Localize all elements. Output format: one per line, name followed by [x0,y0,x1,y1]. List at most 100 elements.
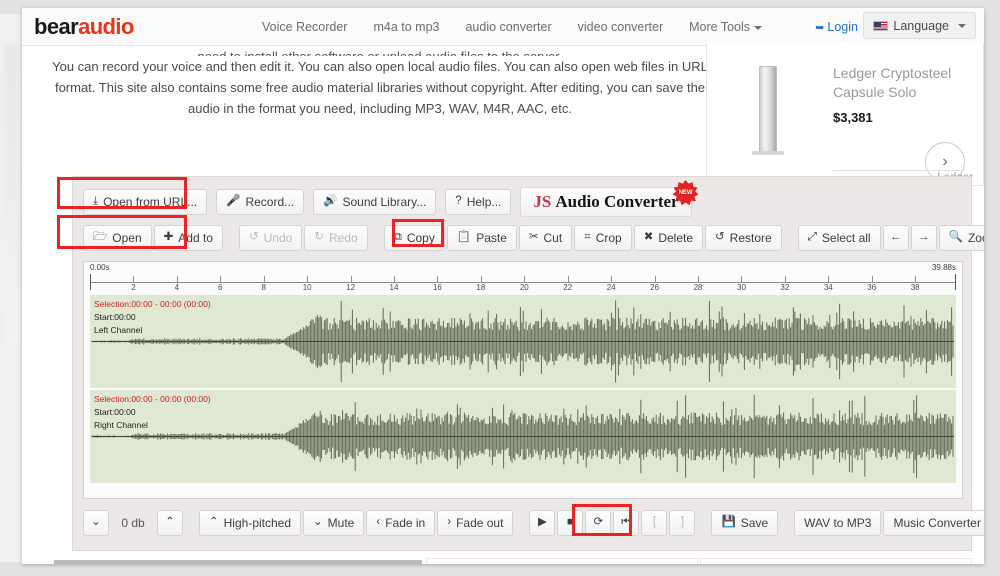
ad-product-title: Ledger Cryptosteel Capsule Solo [833,65,952,100]
wav-to-mp3-button[interactable]: WAV to MP3 [794,510,882,536]
intro-text-block: need to install other software or upload… [50,46,710,119]
ruler-tick-label: 24 [606,283,616,292]
save-button[interactable]: 💾 Save [711,510,779,536]
ruler-tick-label: 26 [650,283,660,292]
left-channel-name-label: Left Channel [94,325,143,335]
copy-button[interactable]: ⧉ Copy [383,225,445,251]
ruler-tick-label: 36 [867,283,877,292]
zoom-in-selection-button[interactable]: 🔍 Zoom in Selection [938,225,984,251]
nav-item-video-converter[interactable]: video converter [578,20,663,34]
ruler-tick-label: 32 [780,283,790,292]
ruler-tick [307,276,309,282]
open-button[interactable]: 🗁 Open [83,225,152,251]
nav-item-more-tools[interactable]: More Tools [689,20,763,34]
open-from-url-button[interactable]: ⤓ Open from URL... [83,189,208,215]
open-from-url-label: Open from URL... [103,195,198,209]
login-link[interactable]: ➥ Login [815,20,858,34]
bottom-ad-card-2[interactable] [700,558,972,564]
left-channel-track[interactable]: Selection:00:00 - 00:00 (00:00) Start:00… [90,295,956,388]
ruler-tick [871,276,873,282]
music-converter-button[interactable]: Music Converter [883,510,984,536]
restore-label: Restore [729,231,772,245]
scroll-left-button[interactable]: ← [882,225,909,251]
right-channel-waveform [91,394,954,479]
microphone-icon: 🎤 [226,195,241,208]
js-audio-converter-promo-button[interactable]: JS Audio Converter NEW [520,180,699,217]
gutter-blur [4,44,18,344]
skip-start-button[interactable]: ⏮ [613,510,640,536]
timeline-ruler[interactable]: 0.00s 39.88s 2 4 6 8 10 12 14 16 18 20 22 24 26 28 30 3… [84,262,962,292]
music-converter-label: Music Converter [893,516,981,530]
scroll-right-button[interactable]: → [910,225,937,251]
scissors-icon: ✂ [528,231,539,244]
volume-down-button[interactable]: ⌄ [83,510,109,536]
cut-button[interactable]: ✂ Cut [518,225,573,251]
right-channel-track[interactable]: Selection:00:00 - 00:00 (00:00) Start:00… [90,390,956,483]
left-channel-waveform [91,300,954,383]
ruler-tick-label: 8 [261,283,266,292]
timeline-start-label: 0.00s [90,263,110,272]
zoom-in-selection-label: Zoom in Selection [967,231,984,245]
sound-library-button[interactable]: 🔊 Sound Library... [313,189,437,215]
redo-button[interactable]: ↻ Redo [304,225,368,251]
arrow-right-icon: → [917,231,930,244]
loop-icon: ⟳ [593,516,604,529]
stop-button[interactable]: ■ [557,510,584,536]
nav-item-audio-converter[interactable]: audio converter [465,20,551,34]
ruler-tick-label: 22 [563,283,573,292]
left-channel-selection-label: Selection:00:00 - 00:00 (00:00) [94,299,211,309]
us-flag-icon [873,20,889,31]
site-logo[interactable]: bearaudio [34,14,134,40]
loop-button[interactable]: ⟳ [585,510,612,536]
question-icon: ? [455,195,462,208]
restore-button[interactable]: ↺ Restore [705,225,782,251]
chevron-down-icon: ⌄ [91,516,101,529]
bottom-ad-card-1[interactable] [426,558,698,564]
ruler-tick [480,276,482,282]
add-to-button[interactable]: ✚ Add to [153,225,223,251]
ruler-tick [133,276,135,282]
help-button[interactable]: ? Help... [445,189,512,215]
paste-label: Paste [476,231,507,245]
ruler-tick-label: 12 [346,283,356,292]
language-button[interactable]: Language [863,12,976,39]
stop-icon: ■ [566,516,574,529]
magnifier-icon: 🔍 [948,231,963,244]
nav-item-voice-recorder[interactable]: Voice Recorder [262,20,347,34]
ruler-tick-label: 16 [432,283,442,292]
select-all-button[interactable]: ⤢ Select all [797,225,881,251]
waveform-viewport[interactable]: 0.00s 39.88s 2 4 6 8 10 12 14 16 18 20 22 24 26 28 30 3… [83,261,963,499]
delete-button[interactable]: ✖ Delete [633,225,704,251]
bracket-right-icon: ] [680,516,685,529]
nav-item-m4a-to-mp3[interactable]: m4a to mp3 [373,20,439,34]
ruler-tick [741,276,743,282]
page-canvas: bearaudio Voice Recorder m4a to mp3 audi… [22,8,984,564]
ruler-tick [915,276,917,282]
top-navbar: bearaudio Voice Recorder m4a to mp3 audi… [22,8,984,46]
high-pitched-button[interactable]: ⌃ High-pitched [199,510,302,536]
fade-in-label: Fade in [385,516,426,530]
mark-end-button[interactable]: ] [669,510,696,536]
ruler-end-tick [955,274,956,290]
undo-button[interactable]: ↺ Undo [238,225,303,251]
mute-button[interactable]: ⌄ Mute [303,510,365,536]
paste-button[interactable]: 📋 Paste [446,225,517,251]
fade-in-button[interactable]: ‹ Fade in [366,510,436,536]
crop-button[interactable]: ⌗ Crop [574,225,632,251]
toolbar-primary: ⤓ Open from URL... 🎤 Record... 🔊 Sound L… [83,180,699,217]
mark-start-button[interactable]: [ [641,510,668,536]
ruler-tick [698,276,700,282]
bottom-strip-placeholder [54,560,422,564]
volume-up-button[interactable]: ⌃ [157,510,183,536]
undo-icon: ↺ [248,231,259,244]
ruler-tick-label: 14 [389,283,399,292]
fade-out-button[interactable]: › Fade out [437,510,514,536]
undo-label: Undo [263,231,293,245]
record-button[interactable]: 🎤 Record... [216,189,305,215]
ruler-tick-label: 2 [131,283,136,292]
open-label: Open [112,231,142,245]
right-channel-selection-label: Selection:00:00 - 00:00 (00:00) [94,394,211,404]
redo-icon: ↻ [314,231,324,244]
play-button[interactable]: ▶ [529,510,556,536]
sponsored-ad-card[interactable]: Ledger Cryptosteel Capsule Solo $3,381 ›… [706,44,984,186]
